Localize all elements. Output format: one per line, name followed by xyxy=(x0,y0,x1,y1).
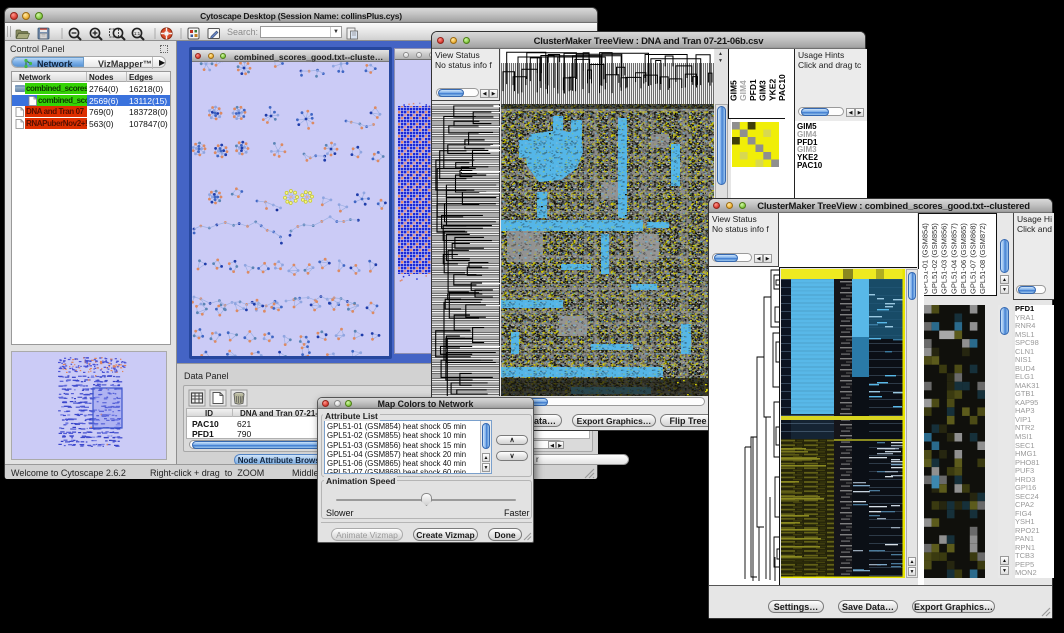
svg-text:1:1: 1:1 xyxy=(134,31,141,36)
svg-text:PFD1: PFD1 xyxy=(748,79,758,101)
svg-text:GIM4: GIM4 xyxy=(738,80,748,101)
svg-text:GPL51-04 (GSM857): GPL51-04 (GSM857) xyxy=(949,223,958,294)
svg-text:GPL51-08 (GSM872): GPL51-08 (GSM872) xyxy=(978,223,987,294)
svg-text:GIM5: GIM5 xyxy=(729,80,739,101)
svg-text:GPL51-07 (GSM868): GPL51-07 (GSM868) xyxy=(969,223,978,294)
svg-text:GIM3: GIM3 xyxy=(758,80,768,101)
svg-text:GPL51-03 (GSM856): GPL51-03 (GSM856) xyxy=(940,223,949,294)
svg-text:GPL51-02 (GSM855): GPL51-02 (GSM855) xyxy=(930,223,939,294)
svg-text:YKE2: YKE2 xyxy=(767,79,777,101)
svg-text:GPL51-06 (GSM865): GPL51-06 (GSM865) xyxy=(959,223,968,294)
